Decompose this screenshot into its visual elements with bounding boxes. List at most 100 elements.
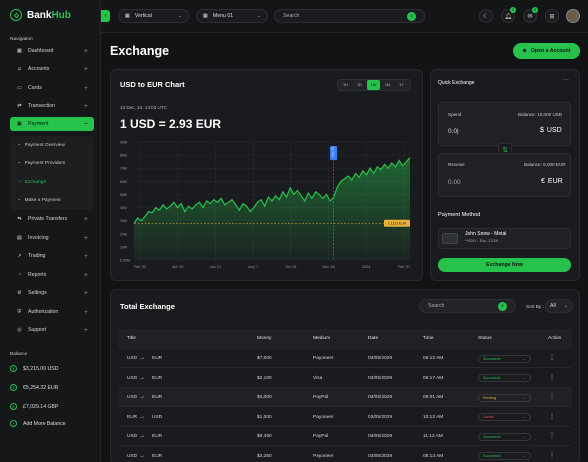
- brand-logo[interactable]: BankHub: [10, 9, 71, 21]
- sidebar-item-cards[interactable]: ▭ Cards +: [10, 81, 94, 95]
- y-tick-label: 50M: [120, 193, 127, 197]
- table-search[interactable]: Search ⌕: [419, 299, 516, 313]
- range-1w[interactable]: 1W: [367, 80, 380, 90]
- support-icon: ◎: [17, 327, 22, 333]
- balance-item[interactable]: € €5,254.32 EUR: [10, 384, 58, 391]
- x-tick-label: Feb '23: [134, 265, 146, 269]
- row-date: 03/05/2029: [368, 356, 393, 361]
- y-tick-label: 40M: [120, 206, 127, 210]
- sidebar-item-reports[interactable]: ◔ Reports +: [10, 268, 94, 282]
- more-vertical-icon[interactable]: ⋮: [549, 374, 555, 381]
- range-1y[interactable]: 1Y: [395, 80, 408, 90]
- sidebar-item-payment[interactable]: ▣ Payment −: [10, 117, 94, 131]
- apps-button[interactable]: ⊞: [545, 9, 559, 23]
- range-1m[interactable]: 1M: [381, 80, 394, 90]
- status-select[interactable]: Successful ⌄: [478, 452, 531, 460]
- sidebar-item-label: Cards: [28, 85, 42, 91]
- status-select[interactable]: Successful ⌄: [478, 354, 531, 363]
- column-header-medium[interactable]: Medium: [313, 336, 330, 341]
- more-vertical-icon[interactable]: ⋮: [549, 354, 555, 361]
- user-avatar[interactable]: [566, 9, 580, 23]
- balance-value: $3,215.00 USD: [23, 365, 59, 372]
- dash-icon: –: [18, 197, 21, 203]
- more-vertical-icon[interactable]: ⋮: [549, 452, 555, 459]
- rate-chart[interactable]: 0.00M 10M 20M 30M 40M 50M 60M 70M 80M 90M Feb '23 A…: [118, 138, 416, 276]
- status-select[interactable]: Pending ⌄: [478, 393, 531, 402]
- payment-method-title: Payment Method: [438, 212, 481, 218]
- theme-toggle-button[interactable]: ☾: [479, 9, 493, 23]
- grid-icon: ▦: [17, 48, 22, 54]
- x-tick-label: Feb '07: [398, 265, 410, 269]
- sort-select[interactable]: All ⌄: [545, 299, 573, 313]
- sidebar-item-dashboard[interactable]: ▦ Dashboard +: [10, 44, 94, 58]
- status-badge: Successful: [483, 434, 501, 439]
- column-header-status[interactable]: Status: [478, 336, 492, 341]
- notifications-button[interactable]: 🔔︎ 3: [501, 7, 516, 23]
- sidebar-item-trading[interactable]: ↗ Trading +: [10, 249, 94, 263]
- range-1h[interactable]: 1H: [339, 80, 352, 90]
- chevron-down-icon: ⌄: [522, 356, 526, 361]
- status-select[interactable]: Successful ⌄: [478, 374, 531, 382]
- dash-icon: –: [18, 179, 21, 185]
- plus-icon: +: [83, 326, 88, 334]
- bell-icon: 🔔︎: [504, 13, 512, 20]
- status-select[interactable]: Successful ⌄: [478, 432, 531, 441]
- euro-icon: €: [541, 178, 545, 185]
- range-1d[interactable]: 1D: [353, 80, 366, 90]
- global-search-input[interactable]: Search: [283, 13, 299, 19]
- more-vertical-icon[interactable]: ⋮: [549, 393, 555, 400]
- more-vertical-icon[interactable]: ⋮: [549, 413, 555, 420]
- status-select[interactable]: Cancel ⌄: [478, 413, 531, 421]
- sort-label: Sort By :: [526, 304, 544, 309]
- sidebar-item-transection[interactable]: ⇄ Transection +: [10, 99, 94, 113]
- plus-icon: +: [83, 234, 88, 242]
- sidebar-collapse-button[interactable]: ‹: [101, 10, 110, 22]
- balance-item[interactable]: $ $3,215.00 USD: [10, 365, 58, 372]
- card-details: **4291 - Exp. 12/26: [465, 239, 498, 243]
- chevron-down-icon: ⌄: [522, 415, 526, 419]
- submenu-item-make-a-payment[interactable]: – Make a Payment: [14, 193, 94, 207]
- sidebar-item-label: Accounts: [28, 66, 50, 72]
- chevron-down-icon: ⌄: [522, 434, 526, 439]
- sidebar-item-private-transfers[interactable]: ⇆ Private Transfers +: [10, 212, 94, 226]
- column-header-title[interactable]: Title: [127, 336, 136, 341]
- more-vertical-icon[interactable]: ⋮: [549, 432, 555, 439]
- open-account-button[interactable]: ⊕ Open a Account: [513, 43, 580, 59]
- row-date: 03/05/2029: [368, 414, 393, 420]
- balance-item[interactable]: £ £7,029.14 GBP: [10, 403, 58, 410]
- submenu-item-payment-providers[interactable]: – Payment Providers: [14, 156, 94, 170]
- column-header-date[interactable]: Date: [368, 336, 378, 341]
- sidebar-item-accounts[interactable]: ☺ Accounts +: [10, 62, 94, 76]
- spend-amount-input[interactable]: 0.0|: [448, 128, 459, 135]
- search-icon[interactable]: ⌕: [407, 11, 416, 21]
- table-title: Total Exchange: [120, 302, 175, 311]
- add-balance-button[interactable]: + Add More Balance: [10, 420, 66, 427]
- receive-currency[interactable]: € EUR: [541, 178, 563, 185]
- x-tick-label: Oct '04: [285, 265, 296, 269]
- sidebar-item-settings[interactable]: ⚙ Settings +: [10, 286, 94, 300]
- exchange-now-button[interactable]: Exchange Now: [438, 258, 571, 272]
- layout-select[interactable]: ▦ Vertical ⌄: [118, 9, 189, 23]
- row-time: 08:13 AM: [423, 453, 444, 459]
- search-icon[interactable]: ⌕: [498, 301, 507, 311]
- table-header: [118, 329, 572, 349]
- sidebar-item-support[interactable]: ◎ Support +: [10, 323, 94, 337]
- messages-button[interactable]: ✉ 3: [523, 7, 538, 23]
- submenu-item-exchange[interactable]: – Exchange: [14, 175, 94, 189]
- receive-amount-input[interactable]: 0.00: [448, 179, 461, 186]
- submenu-item-payment-overview[interactable]: – Payment Overview: [14, 138, 94, 152]
- spend-currency[interactable]: $ USD: [540, 127, 562, 134]
- column-header-money[interactable]: Money: [257, 336, 271, 341]
- menu-select[interactable]: ▦ Menu 01 ⌄: [196, 9, 268, 23]
- sidebar-item-invoicing[interactable]: ▤ Invoicing +: [10, 231, 94, 245]
- chat-icon: ✉: [527, 13, 533, 20]
- table-search-input[interactable]: Search: [428, 303, 444, 309]
- global-search[interactable]: Search ⌕: [274, 9, 425, 23]
- brand-name: Bank: [27, 9, 52, 21]
- x-tick-label: Jun '21: [210, 265, 221, 269]
- column-header-action[interactable]: Action: [548, 336, 561, 341]
- column-header-time[interactable]: Time: [423, 336, 433, 341]
- plus-icon: +: [83, 47, 88, 55]
- more-icon[interactable]: ···: [563, 77, 569, 83]
- sidebar-item-authorization[interactable]: ⛨ Authorization +: [10, 305, 94, 319]
